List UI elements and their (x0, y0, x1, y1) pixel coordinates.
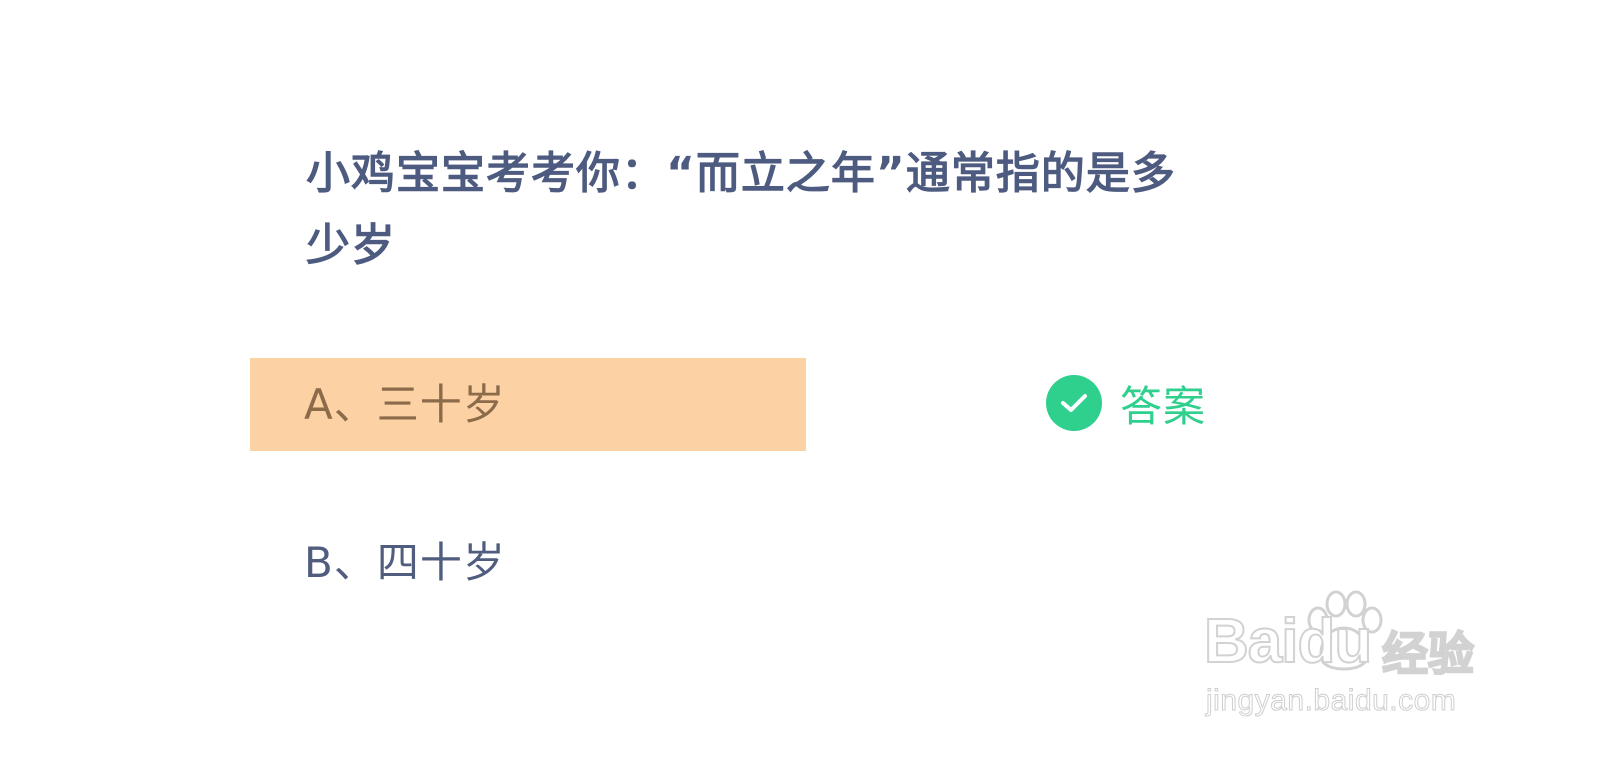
check-circle-icon (1046, 375, 1102, 431)
answer-indicator: 答案 (1046, 375, 1206, 431)
option-b-label: B、四十岁 (304, 538, 506, 587)
answer-label: 答案 (1120, 381, 1207, 431)
option-a-label: A、三十岁 (304, 380, 506, 429)
watermark-brand: Baidu (1203, 606, 1373, 677)
baidu-jingyan-watermark: Baidu 经验 jingyan.baidu.com (1200, 586, 1490, 726)
question-text: 小鸡宝宝考考你：“而立之年”通常指的是多少岁 (306, 148, 1176, 271)
option-b[interactable]: B、四十岁 (250, 516, 806, 609)
option-a[interactable]: A、三十岁 (250, 358, 806, 451)
watermark-url: jingyan.baidu.com (1205, 684, 1457, 718)
watermark-suffix: 经验 (1381, 627, 1475, 681)
